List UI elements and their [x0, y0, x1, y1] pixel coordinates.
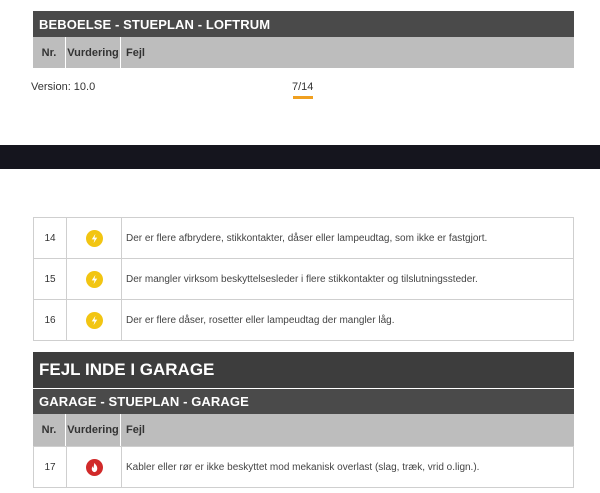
table-row: 14 Der er flere afbrydere, stikkontakter…: [33, 217, 574, 259]
page-indicator: 7/14: [292, 81, 314, 93]
row-number: 15: [34, 259, 67, 299]
row-description: Der er flere dåser, rosetter eller lampe…: [126, 314, 395, 326]
table-row: 15 Der mangler virksom beskyttelsesleder…: [33, 258, 574, 300]
section-header-loftrum: BEBOELSE - STUEPLAN - LOFTRUM: [33, 11, 574, 37]
table-row: 17 Kabler eller rør er ikke beskyttet mo…: [33, 446, 574, 488]
column-fejl: Fejl: [126, 46, 145, 59]
column-header-row: Nr. Vurdering Fejl: [33, 37, 574, 68]
row-number: 14: [34, 218, 67, 258]
row-description: Der mangler virksom beskyttelsesleder i …: [126, 273, 478, 285]
lightning-icon: [85, 229, 103, 247]
column-nr: Nr.: [33, 37, 66, 68]
section-header-garage: GARAGE - STUEPLAN - GARAGE: [33, 389, 574, 414]
row-description: Der er flere afbrydere, stikkontakter, d…: [126, 232, 488, 244]
version-label: Version: 10.0: [31, 81, 96, 93]
page-indicator-underline: [293, 96, 313, 99]
row-description: Kabler eller rør er ikke beskyttet mod m…: [126, 461, 480, 473]
fire-icon: [85, 458, 103, 476]
section-title-garage: FEJL INDE I GARAGE: [33, 352, 574, 388]
page-separator-band: [0, 145, 600, 169]
row-number: 17: [34, 447, 67, 487]
row-number: 16: [34, 300, 67, 340]
column-nr: Nr.: [33, 414, 66, 446]
table-row: 16 Der er flere dåser, rosetter eller la…: [33, 299, 574, 341]
column-vurdering: Vurdering: [66, 37, 121, 68]
column-vurdering: Vurdering: [66, 414, 121, 446]
lightning-icon: [85, 311, 103, 329]
lightning-icon: [85, 270, 103, 288]
column-fejl: Fejl: [126, 424, 145, 436]
column-header-row: Nr. Vurdering Fejl: [33, 414, 574, 446]
